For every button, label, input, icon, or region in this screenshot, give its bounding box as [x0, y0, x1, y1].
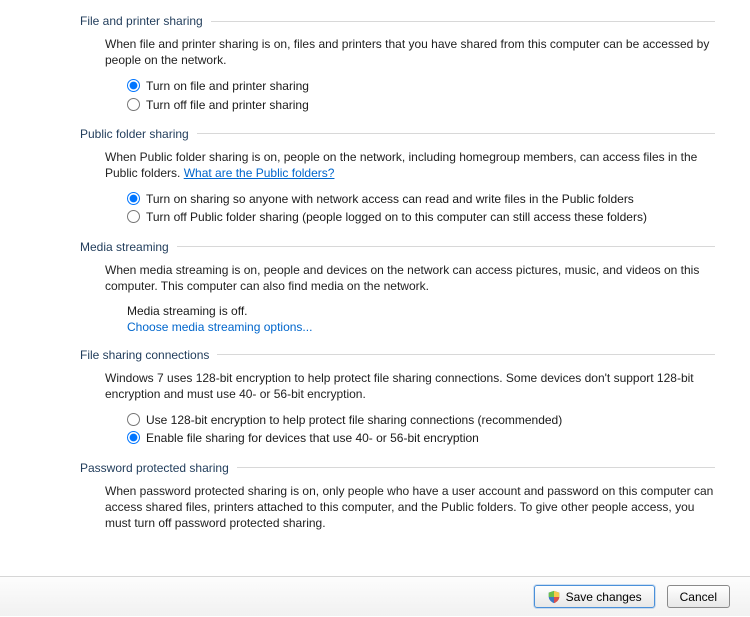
radio-public-folder-off[interactable]	[127, 210, 140, 223]
section-header: File sharing connections	[80, 348, 715, 362]
section-title: Media streaming	[80, 240, 169, 254]
section-title: File and printer sharing	[80, 14, 203, 28]
radio-label[interactable]: Turn on file and printer sharing	[146, 78, 715, 94]
dialog-footer: Save changes Cancel	[0, 576, 750, 616]
section-title: File sharing connections	[80, 348, 209, 362]
section-title: Public folder sharing	[80, 127, 189, 141]
shield-icon	[547, 590, 561, 604]
link-choose-media-streaming-options[interactable]: Choose media streaming options...	[127, 320, 715, 334]
radio-label[interactable]: Turn on sharing so anyone with network a…	[146, 191, 715, 207]
section-file-printer-sharing: File and printer sharing When file and p…	[80, 14, 715, 113]
save-changes-button[interactable]: Save changes	[534, 585, 655, 608]
section-description: When media streaming is on, people and d…	[105, 262, 715, 294]
section-description: When password protected sharing is on, o…	[105, 483, 715, 532]
divider	[211, 21, 715, 22]
section-description: Windows 7 uses 128-bit encryption to hel…	[105, 370, 715, 402]
radio-40-56bit-encryption[interactable]	[127, 431, 140, 444]
radio-label[interactable]: Enable file sharing for devices that use…	[146, 430, 715, 446]
radio-label[interactable]: Use 128-bit encryption to help protect f…	[146, 412, 715, 428]
link-what-are-public-folders[interactable]: What are the Public folders?	[184, 166, 335, 180]
section-header: File and printer sharing	[80, 14, 715, 28]
divider	[237, 467, 715, 468]
button-label: Save changes	[566, 590, 642, 604]
radio-file-printer-on[interactable]	[127, 79, 140, 92]
cancel-button[interactable]: Cancel	[667, 585, 730, 608]
radio-public-folder-on[interactable]	[127, 192, 140, 205]
section-title: Password protected sharing	[80, 461, 229, 475]
radio-128bit-encryption[interactable]	[127, 413, 140, 426]
divider	[197, 133, 715, 134]
divider	[217, 354, 715, 355]
radio-label[interactable]: Turn off file and printer sharing	[146, 97, 715, 113]
section-media-streaming: Media streaming When media streaming is …	[80, 240, 715, 334]
section-public-folder-sharing: Public folder sharing When Public folder…	[80, 127, 715, 226]
radio-label[interactable]: Turn off Public folder sharing (people l…	[146, 209, 715, 225]
section-header: Public folder sharing	[80, 127, 715, 141]
section-header: Password protected sharing	[80, 461, 715, 475]
section-description: When Public folder sharing is on, people…	[105, 149, 715, 181]
divider	[177, 246, 715, 247]
advanced-sharing-settings-panel: File and printer sharing When file and p…	[0, 0, 750, 576]
button-label: Cancel	[680, 590, 717, 604]
section-file-sharing-connections: File sharing connections Windows 7 uses …	[80, 348, 715, 447]
section-description: When file and printer sharing is on, fil…	[105, 36, 715, 68]
section-password-protected-sharing: Password protected sharing When password…	[80, 461, 715, 532]
section-header: Media streaming	[80, 240, 715, 254]
media-streaming-status: Media streaming is off.	[127, 304, 715, 318]
radio-file-printer-off[interactable]	[127, 98, 140, 111]
